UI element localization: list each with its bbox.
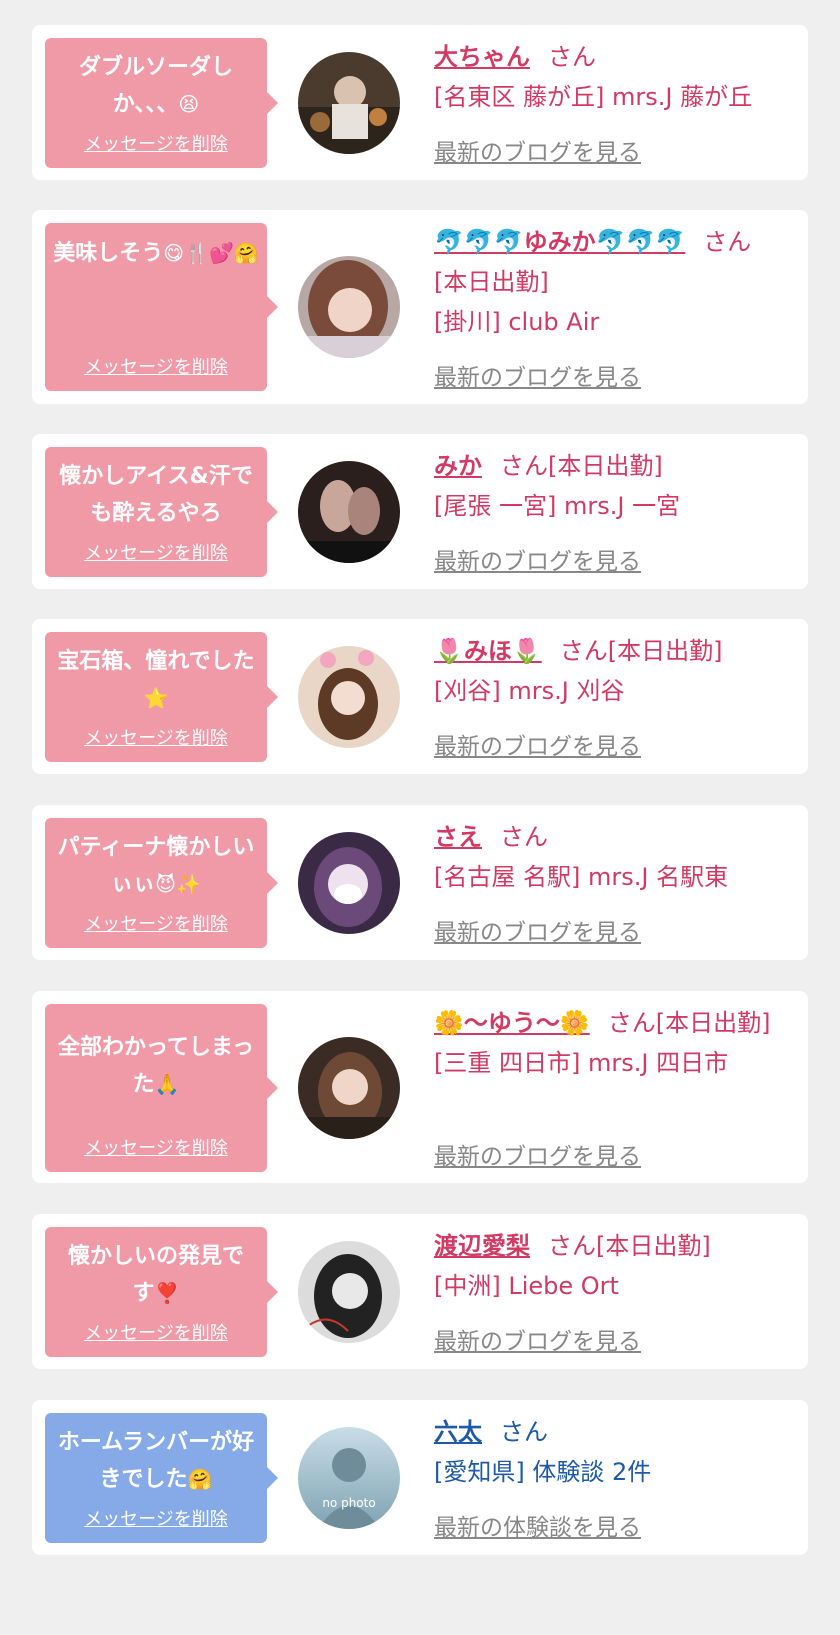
message-bubble: ホームランバーが好きでした🤗 メッセージを削除 xyxy=(45,1413,267,1543)
message-text: 美味しそう😋🍴💕🤗 xyxy=(53,241,259,266)
profile-name-link[interactable]: みか xyxy=(434,452,482,480)
honorific: さん[本日出勤] xyxy=(607,1009,771,1037)
honorific: さん xyxy=(703,228,752,256)
message-bubble: 宝石箱、憧れでした⭐ メッセージを削除 xyxy=(45,632,267,762)
no-photo-text: no photo xyxy=(322,1496,375,1510)
delete-message-link[interactable]: メッセージを削除 xyxy=(84,1321,228,1347)
profile-info: 🐬🐬🐬ゆみか🐬🐬🐬 さん [本日出勤] [掛川] club Air xyxy=(434,222,788,342)
honorific: さん[本日出勤] xyxy=(500,452,663,480)
avatar[interactable]: no photo xyxy=(298,1427,400,1529)
message-card: 美味しそう😋🍴💕🤗 メッセージを削除 🐬🐬🐬ゆみか🐬🐬🐬 さん [本日出勤] [掛… xyxy=(32,210,808,404)
emoji-icon: ⭐ xyxy=(143,686,169,710)
delete-message-link[interactable]: メッセージを削除 xyxy=(84,1136,228,1162)
message-text: 懐かしアイス&汗でも酔えるやろ xyxy=(59,464,253,526)
profile-info: 渡辺愛梨 さん[本日出勤] [中洲] Liebe Ort xyxy=(434,1226,788,1306)
shop-info: [三重 四日市] mrs.J 四日市 xyxy=(434,1049,729,1077)
shop-info: [掛川] club Air xyxy=(434,308,600,336)
latest-blog-link[interactable]: 最新のブログを見る xyxy=(434,913,641,947)
profile-info: 大ちゃん さん [名東区 藤が丘] mrs.J 藤が丘 xyxy=(434,37,788,117)
latest-blog-link[interactable]: 最新のブログを見る xyxy=(434,1322,641,1356)
message-text: パティーナ懐かしいぃぃ😈✨ xyxy=(57,835,255,897)
latest-blog-link[interactable]: 最新のブログを見る xyxy=(434,727,641,761)
review-info: [愛知県] 体験談 2件 xyxy=(434,1458,652,1486)
latest-blog-link[interactable]: 最新のブログを見る xyxy=(434,1137,641,1171)
delete-message-link[interactable]: メッセージを削除 xyxy=(84,912,228,938)
profile-info: みか さん[本日出勤] [尾張 一宮] mrs.J 一宮 xyxy=(434,446,788,526)
message-text: ダブルソーダしか、、、😫 xyxy=(78,55,233,117)
avatar[interactable] xyxy=(298,832,400,934)
profile-info: さえ さん [名古屋 名駅] mrs.J 名駅東 xyxy=(434,817,788,897)
honorific: さん[本日出勤] xyxy=(559,637,723,665)
message-bubble: 懐かしアイス&汗でも酔えるやろ メッセージを削除 xyxy=(45,447,267,577)
shop-info: [中洲] Liebe Ort xyxy=(434,1272,619,1300)
profile-name-link[interactable]: 渡辺愛梨 xyxy=(434,1232,530,1260)
emoji-icon: 😈✨ xyxy=(155,872,201,896)
avatar[interactable] xyxy=(298,1037,400,1139)
profile-name-link[interactable]: 🐬🐬🐬ゆみか🐬🐬🐬 xyxy=(434,228,685,256)
shop-info: [刈谷] mrs.J 刈谷 xyxy=(434,677,625,705)
message-card: ホームランバーが好きでした🤗 メッセージを削除 no photo 六太 さん [愛… xyxy=(32,1400,808,1555)
latest-review-link[interactable]: 最新の体験談を見る xyxy=(434,1508,641,1542)
latest-blog-link[interactable]: 最新のブログを見る xyxy=(434,542,641,576)
profile-name-link[interactable]: 🌷みほ🌷 xyxy=(434,637,542,665)
message-bubble: 全部わかってしまった🙏 メッセージを削除 xyxy=(45,1004,267,1172)
profile-name-link[interactable]: 六太 xyxy=(434,1418,482,1446)
honorific: さん xyxy=(548,43,596,71)
latest-blog-link[interactable]: 最新のブログを見る xyxy=(434,358,641,392)
honorific: さん xyxy=(500,1418,548,1446)
delete-message-link[interactable]: メッセージを削除 xyxy=(84,132,228,158)
message-card: パティーナ懐かしいぃぃ😈✨ メッセージを削除 さえ さん [名古屋 名駅] mrs… xyxy=(32,805,808,960)
profile-name-link[interactable]: 🌼〜ゆう〜🌼 xyxy=(434,1009,590,1037)
message-card: 懐かしアイス&汗でも酔えるやろ メッセージを削除 みか さん[本日出勤] [尾張 … xyxy=(32,434,808,589)
honorific: さん xyxy=(500,823,548,851)
profile-info: 六太 さん [愛知県] 体験談 2件 xyxy=(434,1412,788,1492)
honorific: さん[本日出勤] xyxy=(548,1232,711,1260)
profile-info: 🌼〜ゆう〜🌼 さん[本日出勤] [三重 四日市] mrs.J 四日市 xyxy=(434,1003,788,1083)
message-card: ダブルソーダしか、、、😫 メッセージを削除 大ちゃん さん [名東区 藤が丘] m… xyxy=(32,25,808,180)
delete-message-link[interactable]: メッセージを削除 xyxy=(84,1507,228,1533)
message-bubble: ダブルソーダしか、、、😫 メッセージを削除 xyxy=(45,38,267,168)
message-bubble: 懐かしいの発見です❣️ メッセージを削除 xyxy=(45,1227,267,1357)
avatar[interactable] xyxy=(298,256,400,358)
profile-name-link[interactable]: 大ちゃん xyxy=(434,43,530,71)
message-text: 宝石箱、憧れでした⭐ xyxy=(57,649,255,710)
shop-info: [尾張 一宮] mrs.J 一宮 xyxy=(434,492,681,520)
message-card: 懐かしいの発見です❣️ メッセージを削除 渡辺愛梨 さん[本日出勤] [中洲] L… xyxy=(32,1214,808,1369)
emoji-icon: 😋🍴💕🤗 xyxy=(163,241,259,265)
emoji-icon: ❣️ xyxy=(154,1281,180,1305)
shop-info: [名東区 藤が丘] mrs.J 藤が丘 xyxy=(434,83,753,111)
emoji-icon: 🙏 xyxy=(154,1072,180,1096)
message-text: 全部わかってしまった🙏 xyxy=(57,1035,255,1097)
message-bubble: パティーナ懐かしいぃぃ😈✨ メッセージを削除 xyxy=(45,818,267,948)
delete-message-link[interactable]: メッセージを削除 xyxy=(84,541,228,567)
message-card: 宝石箱、憧れでした⭐ メッセージを削除 🌷みほ🌷 さん[本日出勤] [刈谷] mr… xyxy=(32,619,808,774)
message-text: ホームランバーが好きでした🤗 xyxy=(57,1430,255,1492)
avatar[interactable] xyxy=(298,52,400,154)
message-card: 全部わかってしまった🙏 メッセージを削除 🌼〜ゆう〜🌼 さん[本日出勤] [三重 … xyxy=(32,991,808,1183)
delete-message-link[interactable]: メッセージを削除 xyxy=(84,726,228,752)
avatar[interactable] xyxy=(298,646,400,748)
shop-info: [名古屋 名駅] mrs.J 名駅東 xyxy=(434,863,729,891)
message-bubble: 美味しそう😋🍴💕🤗 メッセージを削除 xyxy=(45,223,267,391)
emoji-icon: 🤗 xyxy=(187,1467,213,1491)
delete-message-link[interactable]: メッセージを削除 xyxy=(84,355,228,381)
message-text: 懐かしいの発見です❣️ xyxy=(67,1244,244,1306)
avatar[interactable] xyxy=(298,461,400,563)
status-info: [本日出勤] xyxy=(434,268,549,296)
emoji-icon: 😫 xyxy=(178,92,200,116)
latest-blog-link[interactable]: 最新のブログを見る xyxy=(434,133,641,167)
profile-info: 🌷みほ🌷 さん[本日出勤] [刈谷] mrs.J 刈谷 xyxy=(434,631,788,711)
profile-name-link[interactable]: さえ xyxy=(434,823,482,851)
avatar[interactable] xyxy=(298,1241,400,1343)
